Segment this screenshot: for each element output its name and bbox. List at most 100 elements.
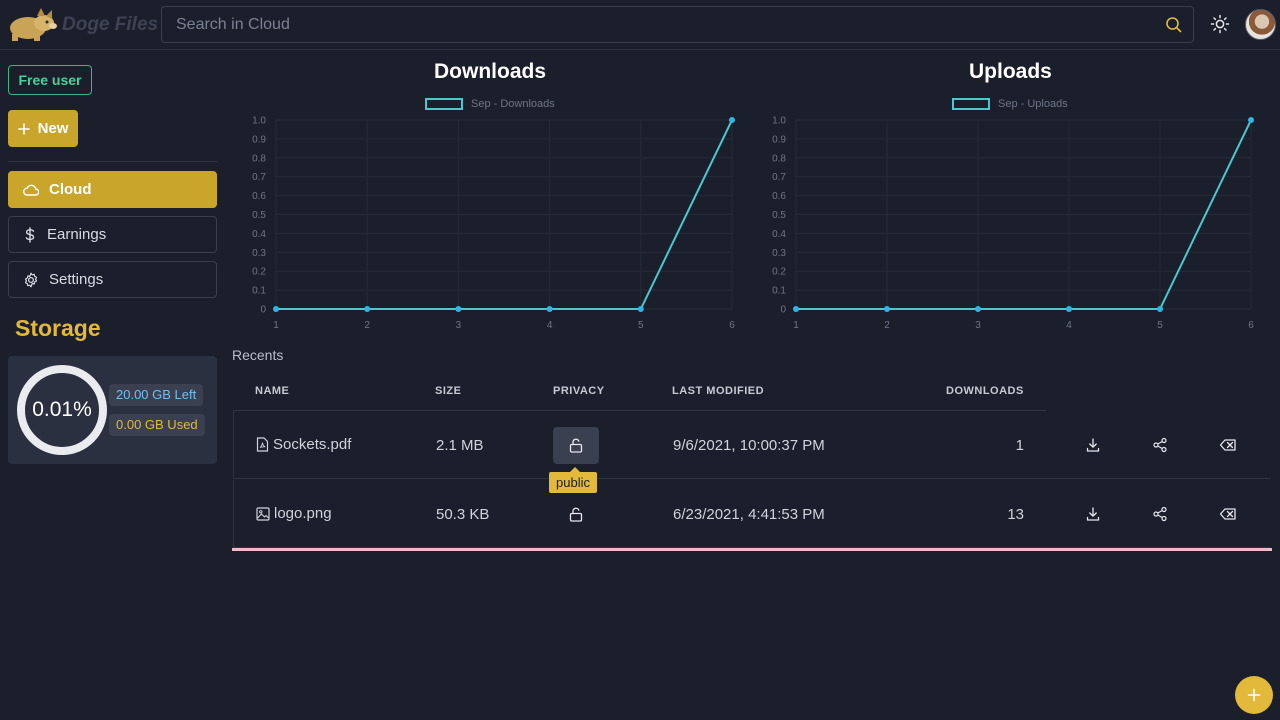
column-header-last-modified[interactable]: LAST MODIFIED [672, 385, 764, 397]
sidebar-item-label: Earnings [47, 226, 107, 243]
user-avatar[interactable] [1245, 9, 1276, 40]
sun-icon [1210, 14, 1230, 34]
sidebar-item-label: Cloud [49, 181, 92, 198]
y-tick-label: 0.4 [252, 229, 266, 240]
data-point [975, 306, 981, 312]
y-tick-label: 0.1 [772, 286, 786, 297]
x-tick-label: 2 [884, 320, 890, 331]
file-name: logo.png [274, 505, 332, 522]
search-input[interactable] [176, 15, 1156, 35]
y-tick-label: 0.9 [772, 134, 786, 145]
unlock-icon [569, 507, 583, 522]
y-tick-label: 0.1 [252, 286, 266, 297]
y-tick-label: 0.6 [772, 191, 786, 202]
privacy-toggle-button[interactable] [553, 496, 599, 533]
y-tick-label: 0.6 [252, 191, 266, 202]
y-tick-label: 0.5 [772, 210, 786, 221]
data-point [364, 306, 371, 312]
x-tick-label: 4 [547, 320, 553, 331]
delete-icon[interactable] [1219, 506, 1237, 522]
y-tick-label: 0.9 [252, 134, 266, 145]
file-size: 50.3 KB [436, 506, 490, 523]
data-point [793, 306, 799, 312]
data-point [1157, 306, 1163, 312]
y-tick-label: 0.2 [252, 267, 266, 278]
data-point [729, 117, 735, 123]
x-tick-label: 1 [793, 320, 799, 331]
sidebar-item-label: Settings [49, 271, 104, 288]
data-point [273, 306, 279, 312]
y-tick-label: 0.2 [772, 267, 786, 278]
file-name-cell[interactable]: logo.png [256, 505, 332, 522]
x-tick-label: 1 [273, 320, 279, 331]
file-name-cell[interactable]: Sockets.pdf [256, 436, 351, 453]
data-point [546, 306, 553, 312]
cloud-icon [23, 184, 39, 196]
file-name: Sockets.pdf [273, 436, 352, 453]
y-tick-label: 1.0 [772, 116, 786, 127]
file-last-modified: 6/23/2021, 4:41:53 PM [673, 506, 825, 523]
storage-card: 0.01% 20.00 GB Left 0.00 GB Used [8, 356, 217, 464]
table-row[interactable]: logo.png 50.3 KB 6/23/2021, 4:41:53 PM 1… [233, 480, 1271, 548]
x-tick-label: 6 [1248, 320, 1254, 331]
y-tick-label: 0.7 [772, 172, 786, 183]
privacy-toggle-button[interactable] [553, 427, 599, 464]
x-tick-label: 5 [638, 320, 644, 331]
pdf-file-icon [256, 437, 269, 452]
search-box [161, 6, 1194, 43]
column-header-privacy[interactable]: PRIVACY [553, 385, 605, 397]
app-name: Doge Files [62, 14, 159, 35]
share-icon[interactable] [1152, 437, 1168, 453]
theme-toggle-button[interactable] [1210, 14, 1230, 39]
privacy-tooltip: public [549, 467, 597, 493]
data-point [637, 306, 644, 312]
delete-icon[interactable] [1219, 437, 1237, 453]
storage-used-badge: 0.00 GB Used [109, 414, 205, 436]
table-row[interactable]: Sockets.pdf 2.1 MB 9/6/2021, 10:00:37 PM… [233, 411, 1271, 479]
x-tick-label: 6 [729, 320, 735, 331]
sidebar-item-earnings[interactable]: Earnings [8, 216, 217, 253]
x-tick-label: 2 [364, 320, 370, 331]
image-file-icon [256, 506, 270, 521]
column-header-downloads[interactable]: DOWNLOADS [946, 385, 1024, 397]
new-button-label: New [37, 120, 69, 137]
y-tick-label: 0.7 [252, 172, 266, 183]
download-icon[interactable] [1085, 437, 1101, 453]
x-tick-label: 5 [1157, 320, 1163, 331]
x-tick-label: 3 [975, 320, 981, 331]
dollar-icon [25, 226, 35, 243]
storage-left-badge: 20.00 GB Left [109, 384, 204, 406]
share-icon[interactable] [1152, 506, 1168, 522]
plan-badge: Free user [8, 65, 92, 95]
download-icon[interactable] [1085, 506, 1101, 522]
y-tick-label: 0.3 [252, 248, 266, 259]
plus-icon [1247, 688, 1261, 702]
app-logo[interactable]: Doge Files [6, 8, 158, 42]
column-header-size[interactable]: SIZE [435, 385, 461, 397]
y-tick-label: 0.8 [772, 153, 786, 164]
file-last-modified: 9/6/2021, 10:00:37 PM [673, 437, 825, 454]
column-header-name[interactable]: NAME [255, 385, 289, 397]
recents-title: Recents [232, 347, 284, 363]
y-tick-label: 0.4 [772, 229, 786, 240]
search-icon[interactable] [1165, 16, 1183, 34]
gear-icon [24, 272, 38, 287]
plus-icon [17, 122, 30, 135]
sidebar-item-settings[interactable]: Settings [8, 261, 217, 298]
file-downloads-count: 13 [1007, 506, 1024, 523]
data-point [884, 306, 890, 312]
new-button[interactable]: New [8, 110, 78, 147]
doge-logo-icon [10, 8, 57, 41]
table-bottom-border [232, 548, 1272, 551]
floating-add-button[interactable] [1235, 676, 1273, 714]
y-tick-label: 0.8 [252, 153, 266, 164]
storage-title: Storage [15, 315, 101, 341]
sidebar-item-cloud[interactable]: Cloud [8, 171, 217, 208]
data-point [455, 306, 462, 312]
sidebar-divider [8, 161, 217, 162]
y-tick-label: 0.5 [252, 210, 266, 221]
x-tick-label: 4 [1066, 320, 1072, 331]
y-tick-label: 0.3 [772, 248, 786, 259]
x-tick-label: 3 [456, 320, 462, 331]
unlock-icon [569, 438, 583, 453]
